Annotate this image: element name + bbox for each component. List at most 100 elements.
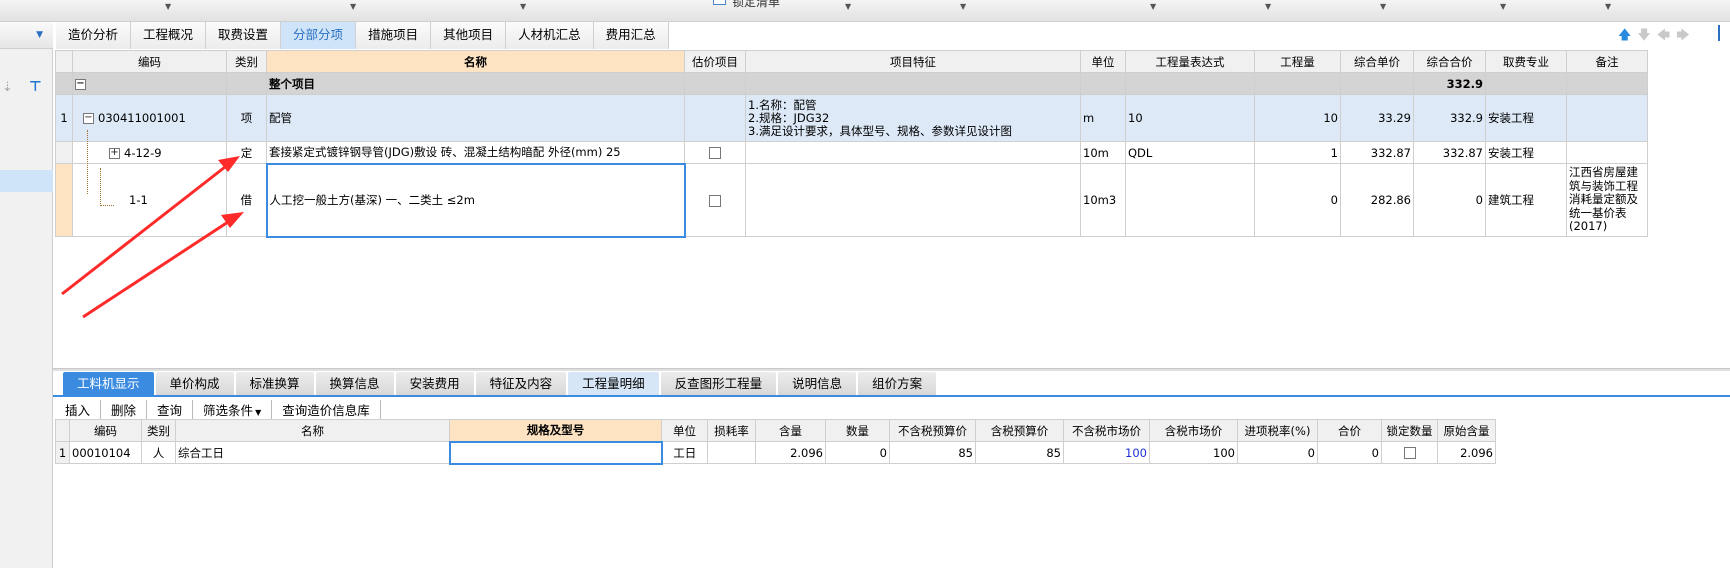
estimate-cell[interactable] bbox=[684, 163, 746, 237]
column-header[interactable]: 编码 bbox=[72, 50, 227, 73]
collapse-panel-icon[interactable] bbox=[1718, 25, 1728, 41]
insert-button[interactable]: 插入 bbox=[65, 400, 102, 419]
tab-sub-items[interactable]: 分部分项 bbox=[281, 22, 357, 49]
collapse-icon[interactable]: − bbox=[75, 78, 86, 90]
tab-pricing-scheme[interactable]: 组价方案 bbox=[858, 372, 937, 395]
arrow-down-icon[interactable]: 🡇 bbox=[1637, 26, 1650, 48]
left-panel-selected-item[interactable] bbox=[0, 170, 53, 192]
specialty-cell[interactable]: 安装工程 bbox=[1485, 94, 1567, 142]
note-cell[interactable] bbox=[1566, 72, 1648, 95]
tab-conversion-info[interactable]: 换算信息 bbox=[315, 372, 394, 395]
column-header[interactable]: 数量 bbox=[825, 419, 890, 442]
chevron-down-icon[interactable]: ▼ bbox=[350, 2, 356, 11]
chevron-down-icon[interactable]: ▼ bbox=[1605, 2, 1611, 11]
type-cell[interactable] bbox=[226, 72, 267, 95]
name-cell[interactable]: 综合工日 bbox=[175, 441, 450, 464]
expand-icon[interactable]: + bbox=[109, 147, 120, 159]
type-cell[interactable]: 项 bbox=[226, 94, 267, 142]
tab-installation-fee[interactable]: 安装费用 bbox=[395, 372, 474, 395]
arrow-right-icon[interactable]: 🡆 bbox=[1676, 26, 1689, 48]
note-cell[interactable]: 江西省房屋建筑与装饰工程消耗量定额及统一基价表(2017) bbox=[1566, 163, 1648, 237]
column-header[interactable]: 工程量表达式 bbox=[1125, 50, 1255, 73]
code-cell[interactable]: − bbox=[72, 72, 227, 95]
name-cell[interactable]: 整个项目 bbox=[266, 72, 685, 95]
query-button[interactable]: 查询 bbox=[147, 400, 194, 419]
column-header[interactable]: 类别 bbox=[226, 50, 267, 73]
unit-cell[interactable]: 工日 bbox=[661, 441, 708, 464]
expr-cell[interactable] bbox=[1125, 163, 1255, 237]
features-cell[interactable] bbox=[745, 163, 1081, 237]
tab-description[interactable]: 说明信息 bbox=[778, 372, 857, 395]
qty-cell[interactable] bbox=[1254, 72, 1341, 95]
tab-features-content[interactable]: 特征及内容 bbox=[475, 372, 567, 395]
total-cell[interactable]: 0 bbox=[1317, 441, 1382, 464]
column-header[interactable]: 含量 bbox=[755, 419, 826, 442]
left-panel-dropdown[interactable]: ▼ bbox=[0, 22, 53, 49]
orig-content-cell[interactable]: 2.096 bbox=[1437, 441, 1496, 464]
code-cell[interactable]: 00010104 bbox=[69, 441, 142, 464]
total-price-cell[interactable]: 332.87 bbox=[1413, 141, 1486, 164]
arrow-left-icon[interactable]: 🡄 bbox=[1657, 26, 1670, 48]
lock-list-checkbox[interactable] bbox=[713, 0, 726, 5]
tab-cost-analysis[interactable]: 造价分析 bbox=[56, 22, 132, 49]
pane-splitter[interactable] bbox=[53, 368, 1730, 371]
column-header[interactable]: 损耗率 bbox=[707, 419, 756, 442]
loss-rate-cell[interactable] bbox=[707, 441, 756, 464]
tab-project-overview[interactable]: 工程概况 bbox=[131, 22, 207, 49]
code-cell[interactable]: −030411001001 bbox=[72, 94, 227, 142]
specialty-cell[interactable] bbox=[1485, 72, 1567, 95]
spec-cell-editing[interactable] bbox=[448, 440, 663, 465]
unit-price-cell[interactable]: 282.86 bbox=[1340, 163, 1414, 237]
column-header[interactable]: 锁定数量 bbox=[1381, 419, 1438, 442]
column-header[interactable]: 合价 bbox=[1317, 419, 1382, 442]
estimate-checkbox[interactable] bbox=[709, 147, 721, 159]
table-row[interactable]: +4-12-9 定 套接紧定式镀锌钢导管(JDG)敷设 砖、混凝土结构暗配 外径… bbox=[55, 141, 1648, 164]
chevron-down-icon[interactable]: ▼ bbox=[1150, 2, 1156, 11]
column-header[interactable]: 进项税率(%) bbox=[1237, 419, 1318, 442]
pin-icon[interactable]: ⊤ bbox=[29, 79, 42, 95]
features-cell[interactable] bbox=[745, 72, 1081, 95]
estimate-cell[interactable] bbox=[684, 94, 746, 142]
column-header[interactable]: 项目特征 bbox=[745, 50, 1081, 73]
content-cell[interactable]: 2.096 bbox=[755, 441, 826, 464]
column-header[interactable]: 综合合价 bbox=[1413, 50, 1486, 73]
chevron-down-icon[interactable]: ▼ bbox=[1500, 2, 1506, 11]
tab-cost-summary[interactable]: 费用汇总 bbox=[593, 22, 669, 49]
unit-price-cell[interactable]: 33.29 bbox=[1340, 94, 1414, 142]
qty-cell[interactable]: 0 bbox=[1254, 163, 1341, 237]
expr-cell[interactable] bbox=[1125, 72, 1255, 95]
table-row-total[interactable]: − 整个项目 332.9 bbox=[55, 72, 1648, 95]
tax-market-cell[interactable]: 100 bbox=[1149, 441, 1238, 464]
column-header[interactable]: 含税市场价 bbox=[1149, 419, 1238, 442]
qty-cell[interactable]: 1 bbox=[1254, 141, 1341, 164]
unit-cell[interactable] bbox=[1080, 72, 1126, 95]
note-cell[interactable] bbox=[1566, 94, 1648, 142]
code-cell[interactable]: 1-1 bbox=[72, 163, 227, 237]
delete-button[interactable]: 删除 bbox=[101, 400, 148, 419]
column-header[interactable]: 工程量 bbox=[1254, 50, 1341, 73]
specialty-cell[interactable]: 安装工程 bbox=[1485, 141, 1567, 164]
type-cell[interactable]: 借 bbox=[226, 163, 267, 237]
column-header[interactable]: 取费专业 bbox=[1485, 50, 1567, 73]
table-row-selected[interactable]: 1-1 借 人工挖一般土方(基深) 一、二类土 ≤2m 10m3 0 282.8… bbox=[55, 162, 1648, 238]
lock-qty-checkbox[interactable] bbox=[1403, 447, 1416, 459]
collapse-icon[interactable]: − bbox=[83, 113, 94, 124]
column-header[interactable]: 单位 bbox=[1080, 50, 1126, 73]
total-price-cell[interactable]: 0 bbox=[1413, 163, 1486, 237]
column-header[interactable]: 单位 bbox=[661, 419, 708, 442]
tab-other-items[interactable]: 其他项目 bbox=[431, 22, 507, 49]
specialty-cell[interactable]: 建筑工程 bbox=[1485, 163, 1567, 237]
code-cell[interactable]: +4-12-9 bbox=[72, 141, 227, 164]
column-header[interactable]: 名称 bbox=[175, 419, 450, 442]
query-price-db-button[interactable]: 查询造价信息库 bbox=[272, 400, 381, 419]
column-header[interactable]: 备注 bbox=[1566, 50, 1648, 73]
type-cell[interactable]: 人 bbox=[141, 441, 176, 464]
name-cell[interactable]: 配管 bbox=[266, 94, 685, 142]
tab-fee-settings[interactable]: 取费设置 bbox=[206, 22, 282, 49]
qty-cell[interactable]: 10 bbox=[1254, 94, 1341, 142]
tab-measures[interactable]: 措施项目 bbox=[356, 22, 432, 49]
table-row[interactable]: 1 −030411001001 项 配管 1.名称：配管 2.规格：JDG32 3.… bbox=[55, 94, 1648, 142]
quantity-cell[interactable]: 0 bbox=[825, 441, 890, 464]
column-header[interactable]: 不含税市场价 bbox=[1063, 419, 1150, 442]
column-header[interactable]: 规格及型号 bbox=[449, 419, 662, 442]
